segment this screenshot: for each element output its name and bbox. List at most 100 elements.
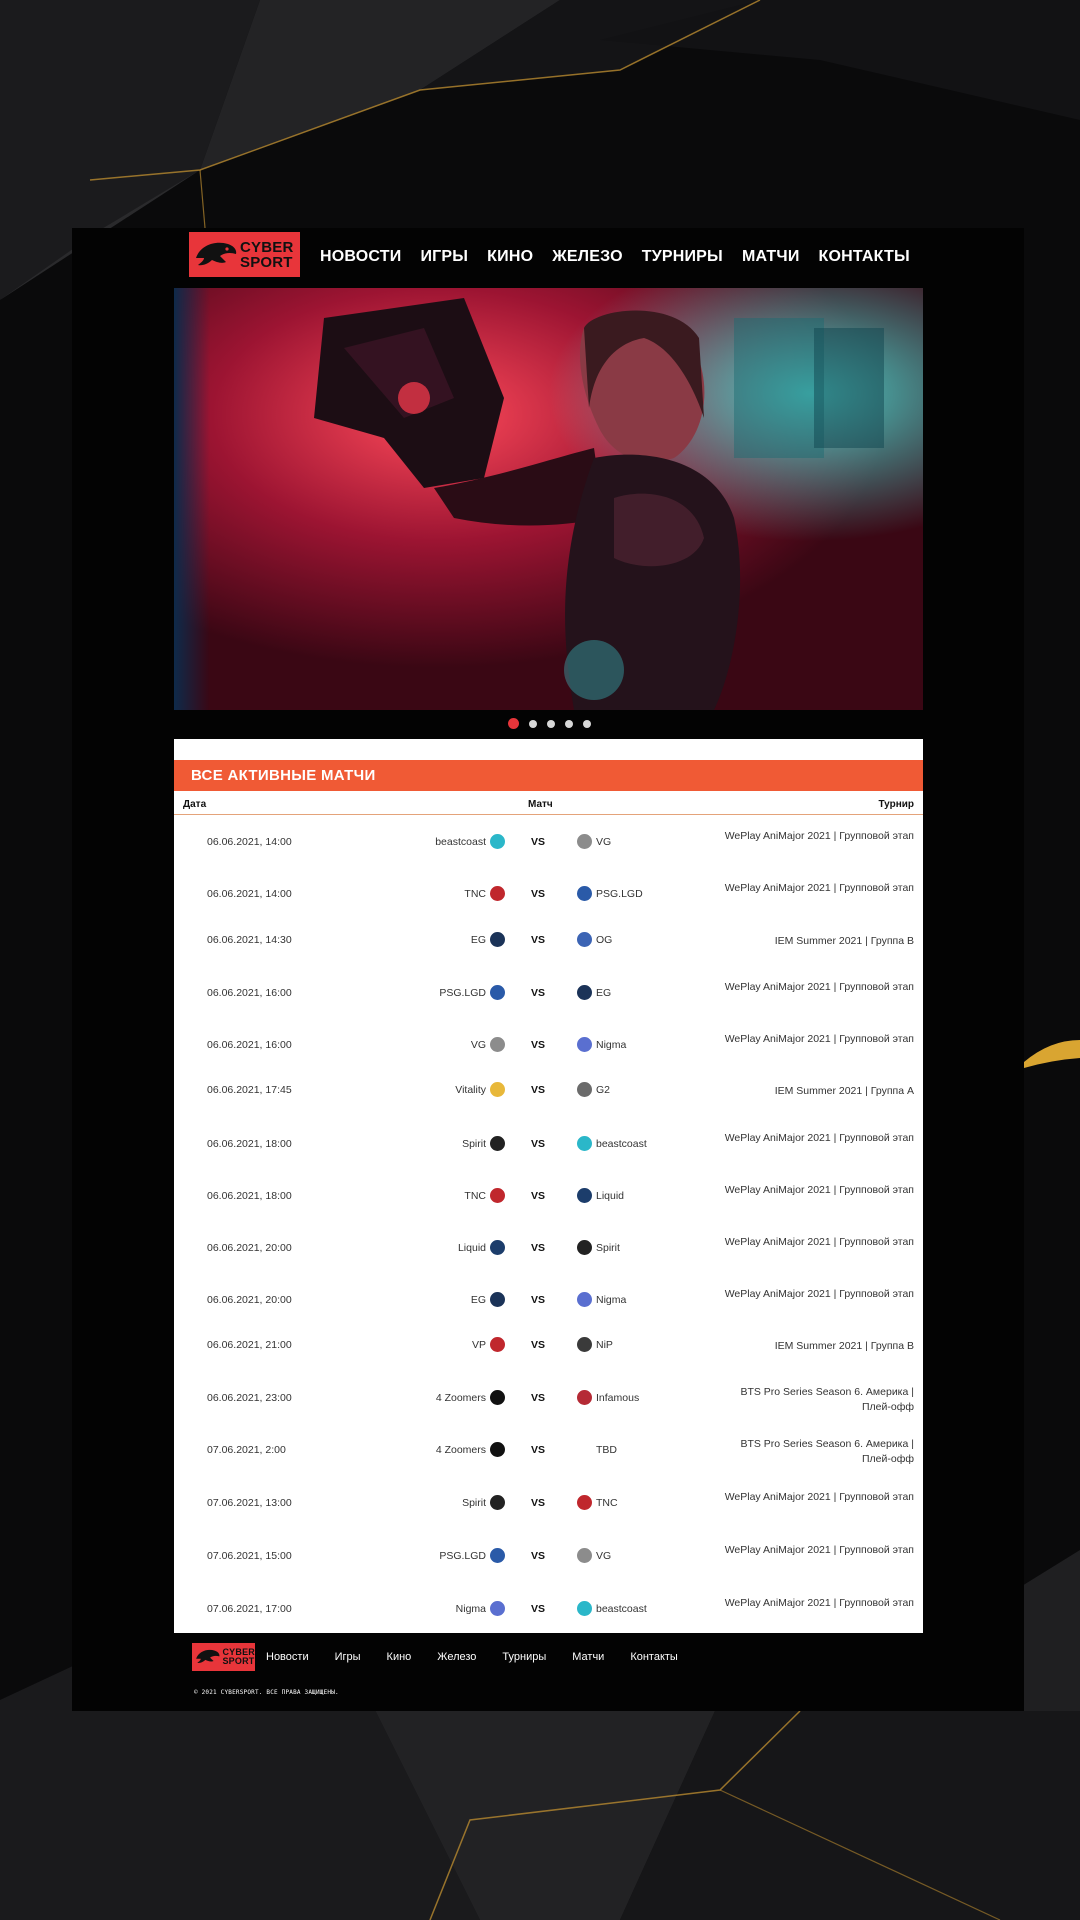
away-team: G2 xyxy=(577,1082,610,1097)
vs-label: VS xyxy=(531,1392,546,1404)
team-logo-icon xyxy=(577,1495,592,1510)
team-logo-icon xyxy=(490,1337,505,1352)
nav-contacts[interactable]: КОНТАКТЫ xyxy=(819,248,910,266)
site-logo[interactable]: CYBER SPORT xyxy=(189,232,300,277)
vs-label: VS xyxy=(531,1339,546,1351)
footer-nav-hardware[interactable]: Железо xyxy=(437,1651,476,1663)
team-logo-icon xyxy=(577,1037,592,1052)
team-logo-icon xyxy=(490,1292,505,1307)
panther-icon xyxy=(196,242,237,265)
vs-label: VS xyxy=(531,1603,546,1615)
team-logo-icon xyxy=(577,1082,592,1097)
team-logo-icon xyxy=(490,1548,505,1563)
tournament-name: WePlay AniMajor 2021 | Групповой этап xyxy=(724,830,914,842)
home-team-name: EG xyxy=(470,1293,486,1306)
team-logo-icon xyxy=(577,1442,592,1457)
away-team-name: VG xyxy=(596,835,612,848)
home-team-name: Spirit xyxy=(462,1496,486,1509)
home-team: TNC xyxy=(464,886,505,901)
home-team: Vitality xyxy=(455,1082,505,1097)
footer-nav-contacts[interactable]: Контакты xyxy=(630,1651,678,1663)
match-date: 06.06.2021, 14:00 xyxy=(207,888,292,900)
home-team-name: Nigma xyxy=(455,1602,486,1615)
footer-nav-news[interactable]: Новости xyxy=(266,1651,309,1663)
team-logo-icon xyxy=(577,1601,592,1616)
tournament-name: WePlay AniMajor 2021 | Групповой этап xyxy=(724,882,914,894)
team-logo-icon xyxy=(490,1188,505,1203)
match-date: 06.06.2021, 18:00 xyxy=(207,1138,292,1150)
home-team-name: 4 Zoomers xyxy=(435,1391,486,1404)
page-container: CYBER SPORT НОВОСТИ ИГРЫ КИНО ЖЕЛЕЗО ТУР… xyxy=(72,228,1024,1711)
tournament-name: BTS Pro Series Season 6. Америка | Плей-… xyxy=(740,1438,914,1465)
team-logo-icon xyxy=(577,1240,592,1255)
away-team-name: Nigma xyxy=(596,1293,627,1306)
away-team: NiP xyxy=(577,1337,613,1352)
nav-games[interactable]: ИГРЫ xyxy=(420,248,468,266)
footer-logo[interactable]: CYBER SPORT xyxy=(192,1643,255,1671)
footer-nav-matches[interactable]: Матчи xyxy=(572,1651,604,1663)
carousel-dot-3[interactable] xyxy=(547,719,555,728)
team-logo-icon xyxy=(490,1442,505,1457)
team-logo-icon xyxy=(577,834,592,849)
home-team-name: 4 Zoomers xyxy=(435,1443,486,1456)
home-team: Spirit xyxy=(462,1136,505,1151)
hero-image xyxy=(174,288,923,710)
panther-icon xyxy=(196,1649,220,1663)
match-date: 06.06.2021, 23:00 xyxy=(207,1392,292,1404)
nav-cinema[interactable]: КИНО xyxy=(487,248,533,266)
carousel-dot-5[interactable] xyxy=(583,719,591,728)
nav-news[interactable]: НОВОСТИ xyxy=(320,248,401,266)
vs-label: VS xyxy=(531,1138,546,1150)
home-team-name: beastcoast xyxy=(435,835,486,848)
footer-nav-games[interactable]: Игры xyxy=(335,1651,361,1663)
team-logo-icon xyxy=(490,1240,505,1255)
team-logo-icon xyxy=(577,1337,592,1352)
carousel-dot-4[interactable] xyxy=(565,719,573,728)
away-team: beastcoast xyxy=(577,1136,647,1151)
nav-matches[interactable]: МАТЧИ xyxy=(742,248,800,266)
tournament-name: WePlay AniMajor 2021 | Групповой этап xyxy=(724,1132,914,1144)
vs-label: VS xyxy=(531,1294,546,1306)
vs-label: VS xyxy=(531,1497,546,1509)
home-team: PSG.LGD xyxy=(439,1548,505,1563)
site-footer: CYBER SPORT Новости Игры Кино Железо Тур… xyxy=(192,1643,912,1703)
vs-label: VS xyxy=(531,987,546,999)
home-team: VP xyxy=(472,1337,505,1352)
vs-label: VS xyxy=(531,1444,546,1456)
team-logo-icon xyxy=(490,886,505,901)
match-date: 06.06.2021, 16:00 xyxy=(207,1039,292,1051)
team-logo-icon xyxy=(490,1390,505,1405)
match-date: 06.06.2021, 14:30 xyxy=(207,934,292,946)
footer-nav-tournaments[interactable]: Турниры xyxy=(502,1651,546,1663)
footer-logo-text: CYBER SPORT xyxy=(222,1648,255,1666)
matches-panel: ВСЕ АКТИВНЫЕ МАТЧИ Дата Матч Турнир 06.0… xyxy=(174,739,923,1633)
vs-label: VS xyxy=(531,1190,546,1202)
home-team-name: VG xyxy=(470,1038,486,1051)
nav-tournaments[interactable]: ТУРНИРЫ xyxy=(642,248,723,266)
matches-table-header: Дата Матч Турнир xyxy=(174,791,923,815)
match-date: 06.06.2021, 20:00 xyxy=(207,1294,292,1306)
tournament-name: IEM Summer 2021 | Группа A xyxy=(774,1085,914,1097)
matches-title: ВСЕ АКТИВНЫЕ МАТЧИ xyxy=(174,760,923,791)
footer-nav-cinema[interactable]: Кино xyxy=(387,1651,412,1663)
away-team-name: VG xyxy=(596,1549,612,1562)
home-team-name: TNC xyxy=(464,1189,486,1202)
footer-nav: Новости Игры Кино Железо Турниры Матчи К… xyxy=(266,1651,704,1663)
home-team: TNC xyxy=(464,1188,505,1203)
home-team: 4 Zoomers xyxy=(436,1442,505,1457)
carousel-dot-1[interactable] xyxy=(508,718,519,729)
nav-hardware[interactable]: ЖЕЛЕЗО xyxy=(552,248,623,266)
column-match: Матч xyxy=(528,799,553,810)
hero-carousel[interactable] xyxy=(174,288,923,710)
team-logo-icon xyxy=(490,1495,505,1510)
match-date: 07.06.2021, 2:00 xyxy=(207,1444,286,1456)
match-date: 06.06.2021, 20:00 xyxy=(207,1242,292,1254)
away-team: TNC xyxy=(577,1495,618,1510)
team-logo-icon xyxy=(490,1136,505,1151)
away-team-name: TNC xyxy=(596,1496,618,1509)
column-tournament: Турнир xyxy=(878,799,914,810)
site-header: CYBER SPORT НОВОСТИ ИГРЫ КИНО ЖЕЛЕЗО ТУР… xyxy=(189,228,910,288)
carousel-dot-2[interactable] xyxy=(529,719,537,728)
away-team-name: beastcoast xyxy=(596,1602,647,1615)
vs-label: VS xyxy=(531,836,546,848)
